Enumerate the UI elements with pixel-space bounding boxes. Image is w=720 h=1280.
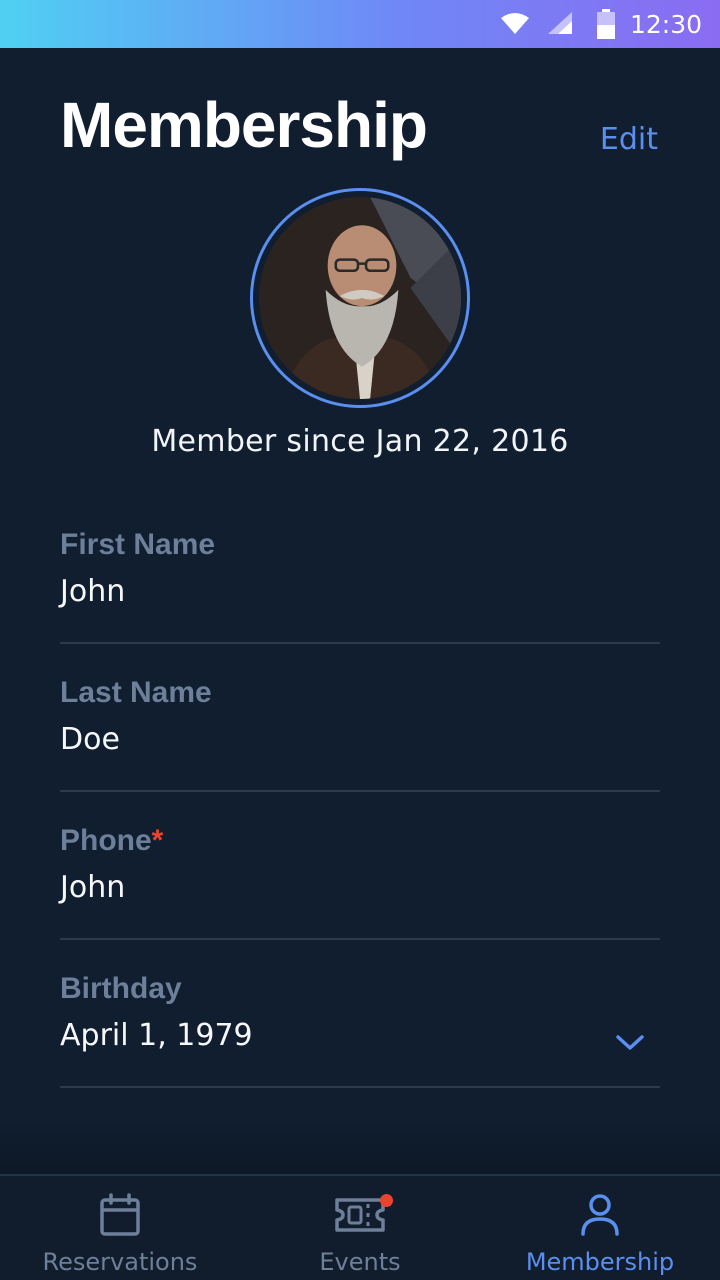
status-time: 12:30 xyxy=(629,9,702,39)
tab-events-label: Events xyxy=(319,1248,401,1276)
tab-reservations[interactable]: Reservations xyxy=(0,1176,240,1280)
avatar[interactable] xyxy=(250,188,470,408)
edit-button[interactable]: Edit xyxy=(600,122,658,157)
birthday-field[interactable]: Birthday April 1, 1979 xyxy=(60,972,660,1088)
birthday-label: Birthday xyxy=(60,972,182,1005)
first-name-label: First Name xyxy=(60,528,216,561)
tab-membership-label: Membership xyxy=(525,1248,675,1276)
last-name-label: Last Name xyxy=(60,676,212,709)
member-since: Member since Jan 22, 2016 xyxy=(151,424,569,459)
tab-membership[interactable]: Membership xyxy=(480,1176,720,1280)
phone-field[interactable]: Phone* John xyxy=(60,824,660,940)
tab-events[interactable]: Events xyxy=(240,1176,480,1280)
bottom-fade xyxy=(0,1120,720,1176)
first-name-value[interactable]: John xyxy=(60,574,125,609)
birthday-value[interactable]: April 1, 1979 xyxy=(60,1018,253,1053)
chevron-down-icon[interactable] xyxy=(614,1032,646,1052)
tab-bar: Reservations Events Membership xyxy=(0,1174,720,1280)
calendar-icon xyxy=(100,1193,140,1236)
phone-value[interactable]: John xyxy=(60,870,125,905)
avatar-photo xyxy=(259,197,461,399)
events-notification-dot xyxy=(380,1194,393,1207)
signal-icon xyxy=(547,12,572,34)
ticket-icon xyxy=(335,1198,385,1232)
status-bar: 12:30 xyxy=(0,0,720,48)
status-icons: 12:30 xyxy=(500,0,702,48)
last-name-value[interactable]: Doe xyxy=(60,722,120,757)
battery-icon xyxy=(596,9,615,39)
phone-label: Phone* xyxy=(60,824,163,858)
phone-label-text: Phone xyxy=(60,824,152,857)
tab-reservations-label: Reservations xyxy=(42,1248,198,1276)
required-asterisk: * xyxy=(151,824,164,857)
first-name-field[interactable]: First Name John xyxy=(60,528,660,644)
person-icon xyxy=(581,1194,619,1236)
page-title: Membership xyxy=(60,89,428,161)
wifi-icon xyxy=(500,13,529,34)
last-name-field[interactable]: Last Name Doe xyxy=(60,676,660,792)
